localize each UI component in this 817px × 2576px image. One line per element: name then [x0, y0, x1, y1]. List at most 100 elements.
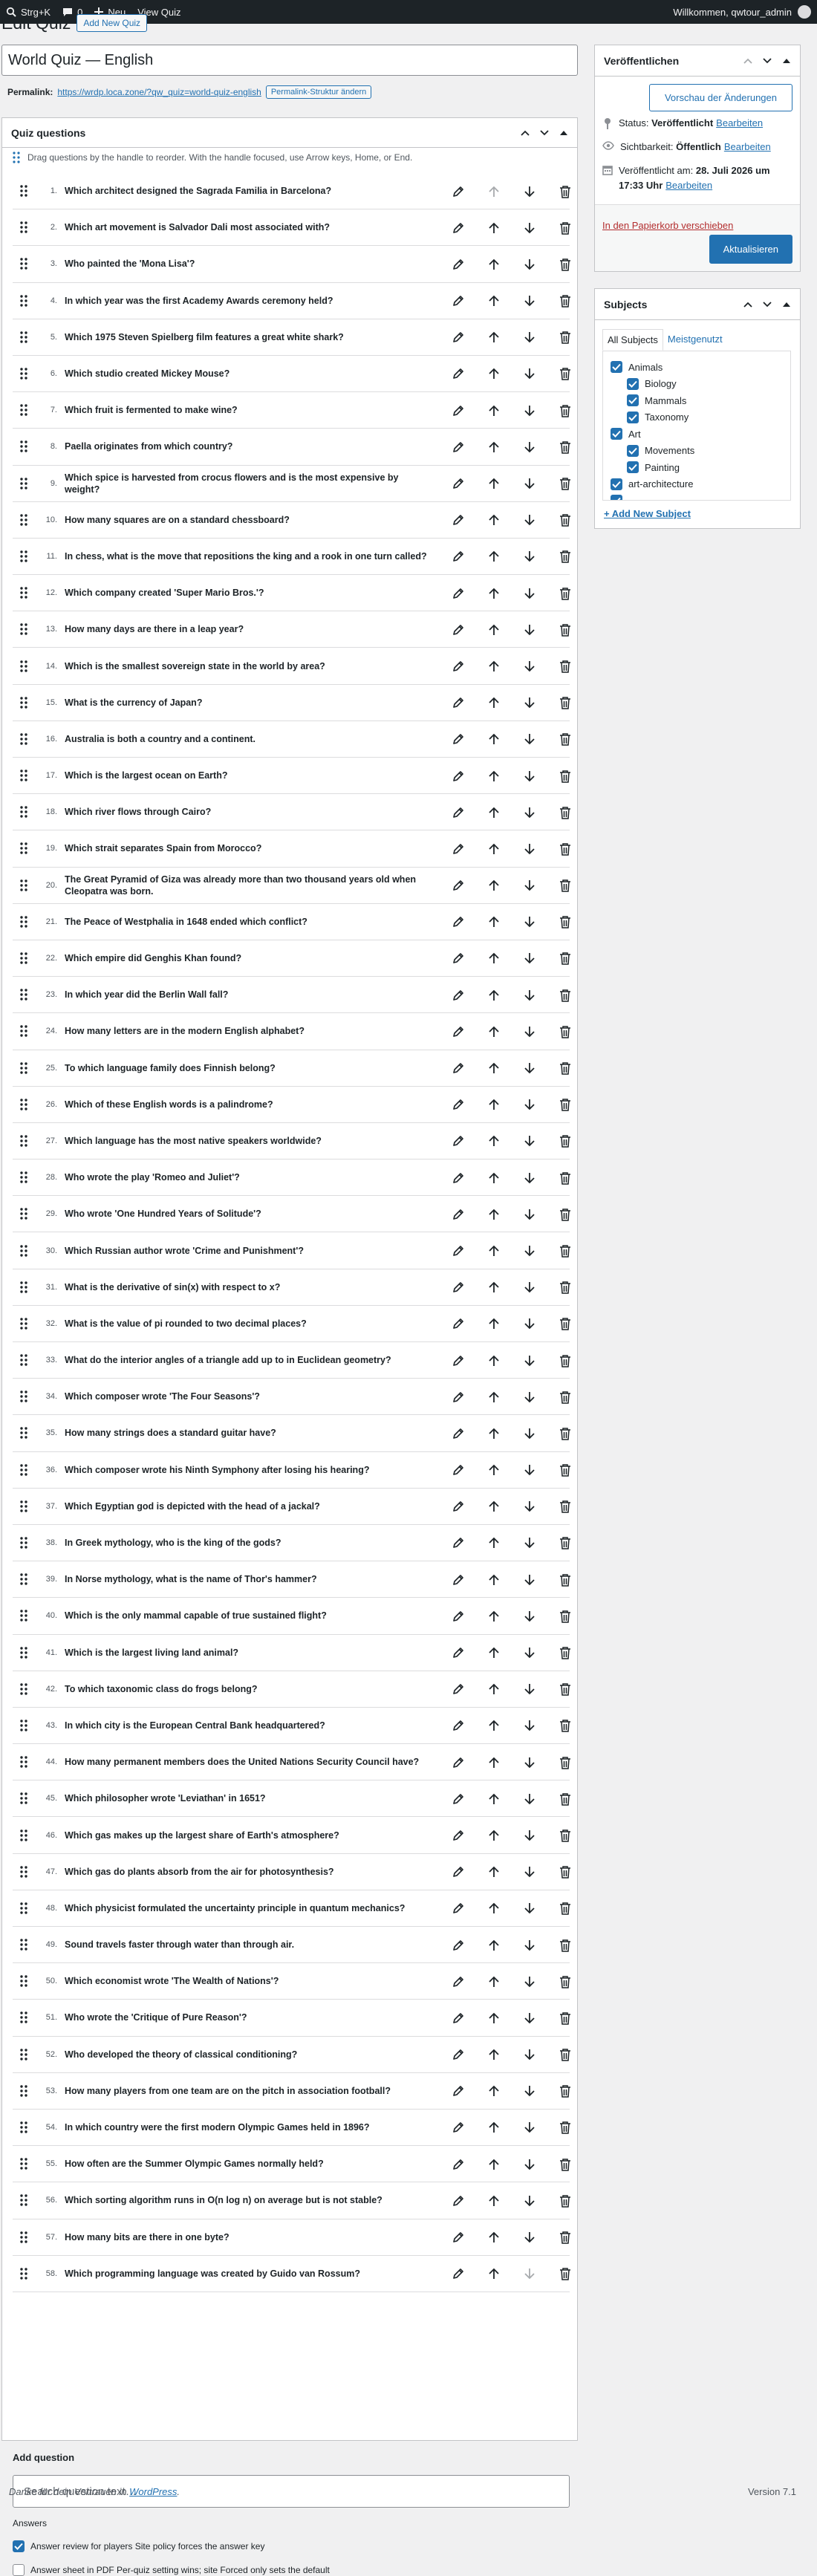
drag-handle-icon[interactable] — [13, 1024, 35, 1038]
delete-icon[interactable] — [547, 1021, 583, 1043]
drag-handle-icon[interactable] — [13, 440, 35, 453]
drag-handle-icon[interactable] — [13, 184, 35, 198]
update-button[interactable]: Aktualisieren — [709, 235, 792, 264]
edit-icon[interactable] — [440, 290, 476, 312]
move-up-icon[interactable] — [476, 217, 512, 239]
move-up-icon[interactable] — [476, 838, 512, 860]
drag-handle-icon[interactable] — [13, 403, 35, 417]
move-up-icon[interactable] — [476, 2043, 512, 2066]
delete-icon[interactable] — [547, 1495, 583, 1518]
move-down-icon[interactable] — [512, 1752, 547, 1774]
edit-icon[interactable] — [440, 874, 476, 897]
move-down-icon[interactable] — [512, 290, 547, 312]
edit-icon[interactable] — [440, 692, 476, 714]
move-down-icon[interactable] — [512, 838, 547, 860]
move-up-icon[interactable] — [476, 874, 512, 897]
move-up-icon[interactable] — [476, 1642, 512, 1664]
drag-handle-icon[interactable] — [13, 1463, 35, 1477]
edit-icon[interactable] — [440, 1714, 476, 1737]
permalink-structure-button[interactable]: Permalink-Struktur ändern — [265, 85, 372, 99]
delete-icon[interactable] — [547, 1861, 583, 1883]
edit-icon[interactable] — [440, 582, 476, 605]
drag-handle-icon[interactable] — [13, 879, 35, 892]
move-up-icon[interactable] — [476, 1130, 512, 1152]
move-up-icon[interactable] — [476, 1971, 512, 1993]
edit-icon[interactable] — [440, 253, 476, 276]
subject-checkbox[interactable] — [611, 428, 622, 440]
move-down-icon[interactable] — [512, 1130, 547, 1152]
edit-icon[interactable] — [440, 2153, 476, 2176]
subject-checkbox[interactable] — [611, 361, 622, 374]
edit-icon[interactable] — [440, 1350, 476, 1372]
drag-handle-icon[interactable] — [13, 915, 35, 928]
edit-icon[interactable] — [440, 2007, 476, 2029]
delete-icon[interactable] — [547, 400, 583, 422]
move-up-icon[interactable] — [476, 1313, 512, 1335]
edit-icon[interactable] — [440, 2043, 476, 2066]
drag-handle-icon[interactable] — [13, 988, 35, 1001]
drag-handle-icon[interactable] — [13, 294, 35, 308]
move-down-icon[interactable] — [512, 1203, 547, 1226]
drag-handle-icon[interactable] — [13, 842, 35, 855]
move-down-icon[interactable] — [512, 2190, 547, 2212]
edit-icon[interactable] — [440, 400, 476, 422]
delete-icon[interactable] — [547, 1642, 583, 1664]
delete-icon[interactable] — [547, 801, 583, 824]
move-up-icon[interactable] — [476, 1861, 512, 1883]
move-up-icon[interactable] — [476, 1021, 512, 1043]
edit-icon[interactable] — [440, 1021, 476, 1043]
drag-handle-icon[interactable] — [13, 1865, 35, 1879]
move-down-icon[interactable] — [512, 1605, 547, 1627]
delete-icon[interactable] — [547, 2043, 583, 2066]
drag-handle-icon[interactable] — [13, 622, 35, 636]
drag-handle-icon[interactable] — [13, 732, 35, 746]
delete-icon[interactable] — [547, 2226, 583, 2248]
delete-icon[interactable] — [547, 692, 583, 714]
move-up-icon[interactable] — [476, 1203, 512, 1226]
collapse-toggle-icon[interactable] — [781, 55, 792, 67]
move-down-icon[interactable] — [512, 1240, 547, 1262]
drag-handle-icon[interactable] — [13, 550, 35, 563]
edit-icon[interactable] — [440, 362, 476, 385]
drag-handle-icon[interactable] — [13, 257, 35, 270]
move-down-icon[interactable] — [512, 1495, 547, 1518]
drag-handle-icon[interactable] — [13, 1755, 35, 1769]
collapse-toggle-icon[interactable] — [781, 299, 792, 310]
drag-handle-icon[interactable] — [13, 1682, 35, 1696]
move-down-icon[interactable] — [761, 55, 773, 67]
move-up-icon[interactable] — [476, 765, 512, 787]
tab-all-subjects[interactable]: All Subjects — [602, 329, 663, 351]
move-up-icon[interactable] — [476, 911, 512, 933]
delete-icon[interactable] — [547, 217, 583, 239]
edit-icon[interactable] — [440, 655, 476, 677]
move-up-icon[interactable] — [476, 253, 512, 276]
edit-icon[interactable] — [440, 1934, 476, 1957]
move-down-icon[interactable] — [512, 1057, 547, 1079]
published-edit-link[interactable]: Bearbeiten — [665, 180, 712, 191]
move-down-icon[interactable] — [512, 1313, 547, 1335]
move-up-icon[interactable] — [519, 127, 531, 139]
drag-handle-icon[interactable] — [13, 805, 35, 819]
subject-checkbox[interactable] — [627, 394, 639, 407]
add-new-quiz-button[interactable]: Add New Quiz — [77, 14, 148, 32]
delete-icon[interactable] — [547, 326, 583, 348]
account-menu[interactable]: Willkommen, qwtour_admin — [673, 5, 817, 19]
move-down-icon[interactable] — [512, 1422, 547, 1445]
edit-icon[interactable] — [440, 1642, 476, 1664]
edit-icon[interactable] — [440, 728, 476, 750]
drag-handle-icon[interactable] — [13, 2011, 35, 2024]
move-down-icon[interactable] — [512, 1021, 547, 1043]
edit-icon[interactable] — [440, 1276, 476, 1298]
move-up-icon[interactable] — [476, 1569, 512, 1591]
edit-icon[interactable] — [440, 509, 476, 531]
move-up-icon[interactable] — [476, 984, 512, 1006]
delete-icon[interactable] — [547, 472, 583, 495]
move-up-icon[interactable] — [476, 1752, 512, 1774]
drag-handle-icon[interactable] — [13, 1207, 35, 1220]
move-up-icon[interactable] — [476, 362, 512, 385]
move-down-icon[interactable] — [512, 400, 547, 422]
move-up-icon[interactable] — [476, 1057, 512, 1079]
drag-handle-icon[interactable] — [13, 2157, 35, 2170]
delete-icon[interactable] — [547, 1350, 583, 1372]
move-down-icon[interactable] — [512, 947, 547, 969]
